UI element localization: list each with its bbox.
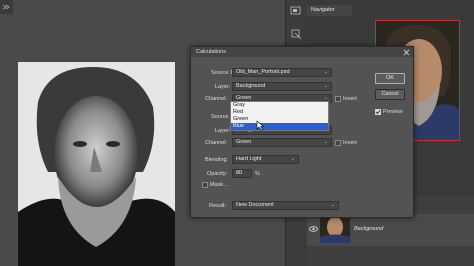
result-value: New Document [236, 202, 274, 208]
source1-layer-label: Layer: [215, 84, 231, 90]
channel-option[interactable]: Red [231, 109, 328, 116]
channel-option[interactable]: Gray [231, 102, 328, 109]
opacity-label: Opacity: [207, 171, 228, 177]
source1-select[interactable]: Old_Man_Portrait.psd ⌄ [232, 68, 332, 77]
result-label: Result: [209, 203, 227, 209]
close-icon[interactable] [403, 49, 410, 56]
preview-checkbox[interactable] [375, 109, 381, 115]
opacity-unit: % [255, 171, 260, 177]
eye-visibility-icon[interactable] [309, 226, 318, 232]
source1-value: Old_Man_Portrait.psd [236, 69, 290, 75]
source2-layer-label: Layer: [215, 128, 231, 134]
layer-thumbnail [320, 215, 350, 243]
source1-invert-checkbox[interactable] [335, 96, 341, 102]
navigator-panel-icon[interactable] [290, 6, 302, 16]
mask-label: Mask... [210, 182, 228, 188]
source2-invert-label: Invert [343, 140, 357, 146]
ok-button[interactable]: OK [375, 73, 405, 84]
source2-channel-select[interactable]: Green ⌄ [232, 138, 332, 147]
source2-channel-value: Green [236, 139, 252, 145]
chevron-down-icon: ⌄ [323, 139, 328, 145]
source1-layer-value: Background [236, 83, 266, 89]
chevron-down-icon: ⌄ [330, 202, 335, 208]
calculations-dialog: Calculations Source 1: Old_Man_Portrait.… [190, 46, 414, 218]
source1-invert-label: Invert [343, 96, 357, 102]
navigator-tab[interactable]: Navigator [307, 5, 352, 16]
preview-label: Preview [383, 109, 403, 115]
chevron-down-icon: ⌄ [323, 83, 328, 89]
blending-select[interactable]: Hard Light ⌄ [232, 155, 299, 164]
collapse-arrows-icon [2, 4, 10, 10]
tools-panel-header[interactable] [0, 0, 13, 14]
blending-label: Blending: [205, 157, 228, 163]
opacity-input[interactable]: 80 [232, 169, 252, 178]
dialog-title: Calculations [191, 47, 413, 57]
channel-dropdown-list: Gray Red Green Blue [230, 101, 329, 131]
blending-value: Hard Light [236, 156, 262, 162]
source2-channel-label: Channel: [205, 140, 228, 146]
chevron-down-icon: ⌄ [323, 69, 328, 75]
chevron-down-icon: ⌄ [290, 156, 295, 162]
mouse-cursor-icon [256, 120, 265, 131]
cancel-button[interactable]: Cancel [375, 89, 405, 100]
layer-thumbnail-image [320, 215, 350, 243]
checkmark-icon [375, 110, 381, 115]
old-man-portrait-image [18, 62, 175, 266]
mask-checkbox[interactable] [202, 182, 208, 188]
document-canvas-image[interactable] [18, 62, 175, 266]
source2-invert-checkbox[interactable] [335, 140, 341, 146]
result-select[interactable]: New Document ⌄ [232, 201, 339, 210]
opacity-value: 80 [236, 170, 243, 176]
layer-name-label[interactable]: Background [354, 226, 383, 232]
source1-layer-select[interactable]: Background ⌄ [232, 82, 332, 91]
channel-option-highlighted[interactable]: Blue [231, 123, 328, 130]
channel-option[interactable]: Green [231, 116, 328, 123]
source1-label: Source 1: [211, 70, 235, 76]
transform-panel-icon[interactable] [290, 28, 302, 40]
source1-channel-label: Channel: [205, 96, 228, 102]
